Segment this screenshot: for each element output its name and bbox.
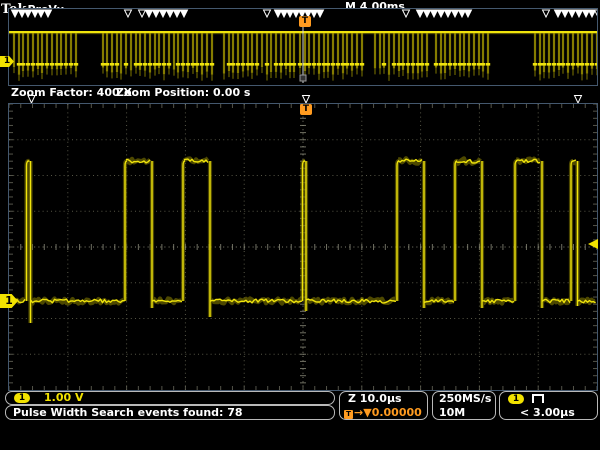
channel-1-trace <box>9 158 596 323</box>
search-results-readout[interactable]: Pulse Width Search events found: 78 <box>5 405 335 420</box>
channel-scale-value: 1.00 V <box>44 391 83 404</box>
search-criteria-value: < 3.00µs <box>500 406 597 419</box>
search-results-text: Pulse Width Search events found: 78 <box>13 406 243 419</box>
arrow-right-icon: → <box>354 406 363 419</box>
zoom-scale-value: Z 10.0µs <box>340 392 427 406</box>
triangle-down-icon: ▼ <box>363 406 371 419</box>
zoom-search-event-markers <box>28 96 582 104</box>
trigger-level-arrow[interactable] <box>588 239 598 249</box>
trigger-t-icon: T <box>344 410 353 419</box>
search-criteria-readout[interactable]: 1 < 3.00µs <box>499 391 598 420</box>
record-length-value: 10M points <box>439 406 495 420</box>
pulse-width-icon <box>532 394 544 403</box>
trigger-delay-readout: T→▼0.00000 s <box>340 406 427 420</box>
trigger-position-marker-overview[interactable]: T <box>299 16 311 27</box>
sample-rate-value: 250MS/s <box>439 392 495 406</box>
trigger-position-marker-main[interactable]: T <box>300 104 312 115</box>
channel-1-badge-status: 1 <box>14 393 30 403</box>
zoom-waveform-window[interactable] <box>8 103 598 391</box>
oscilloscope-screen: TekPreVu M 4.00ms 1 T Zoom Factor: 400 X… <box>0 0 600 450</box>
zoom-waveform <box>9 104 597 390</box>
channel-1-badge-criteria: 1 <box>508 394 524 404</box>
zoom-timebase-readout[interactable]: Z 10.0µs T→▼0.00000 s <box>339 391 428 420</box>
channel-scale-readout[interactable]: 1 1.00 V <box>5 391 335 405</box>
acquisition-readout[interactable]: 250MS/s 10M points <box>432 391 496 420</box>
